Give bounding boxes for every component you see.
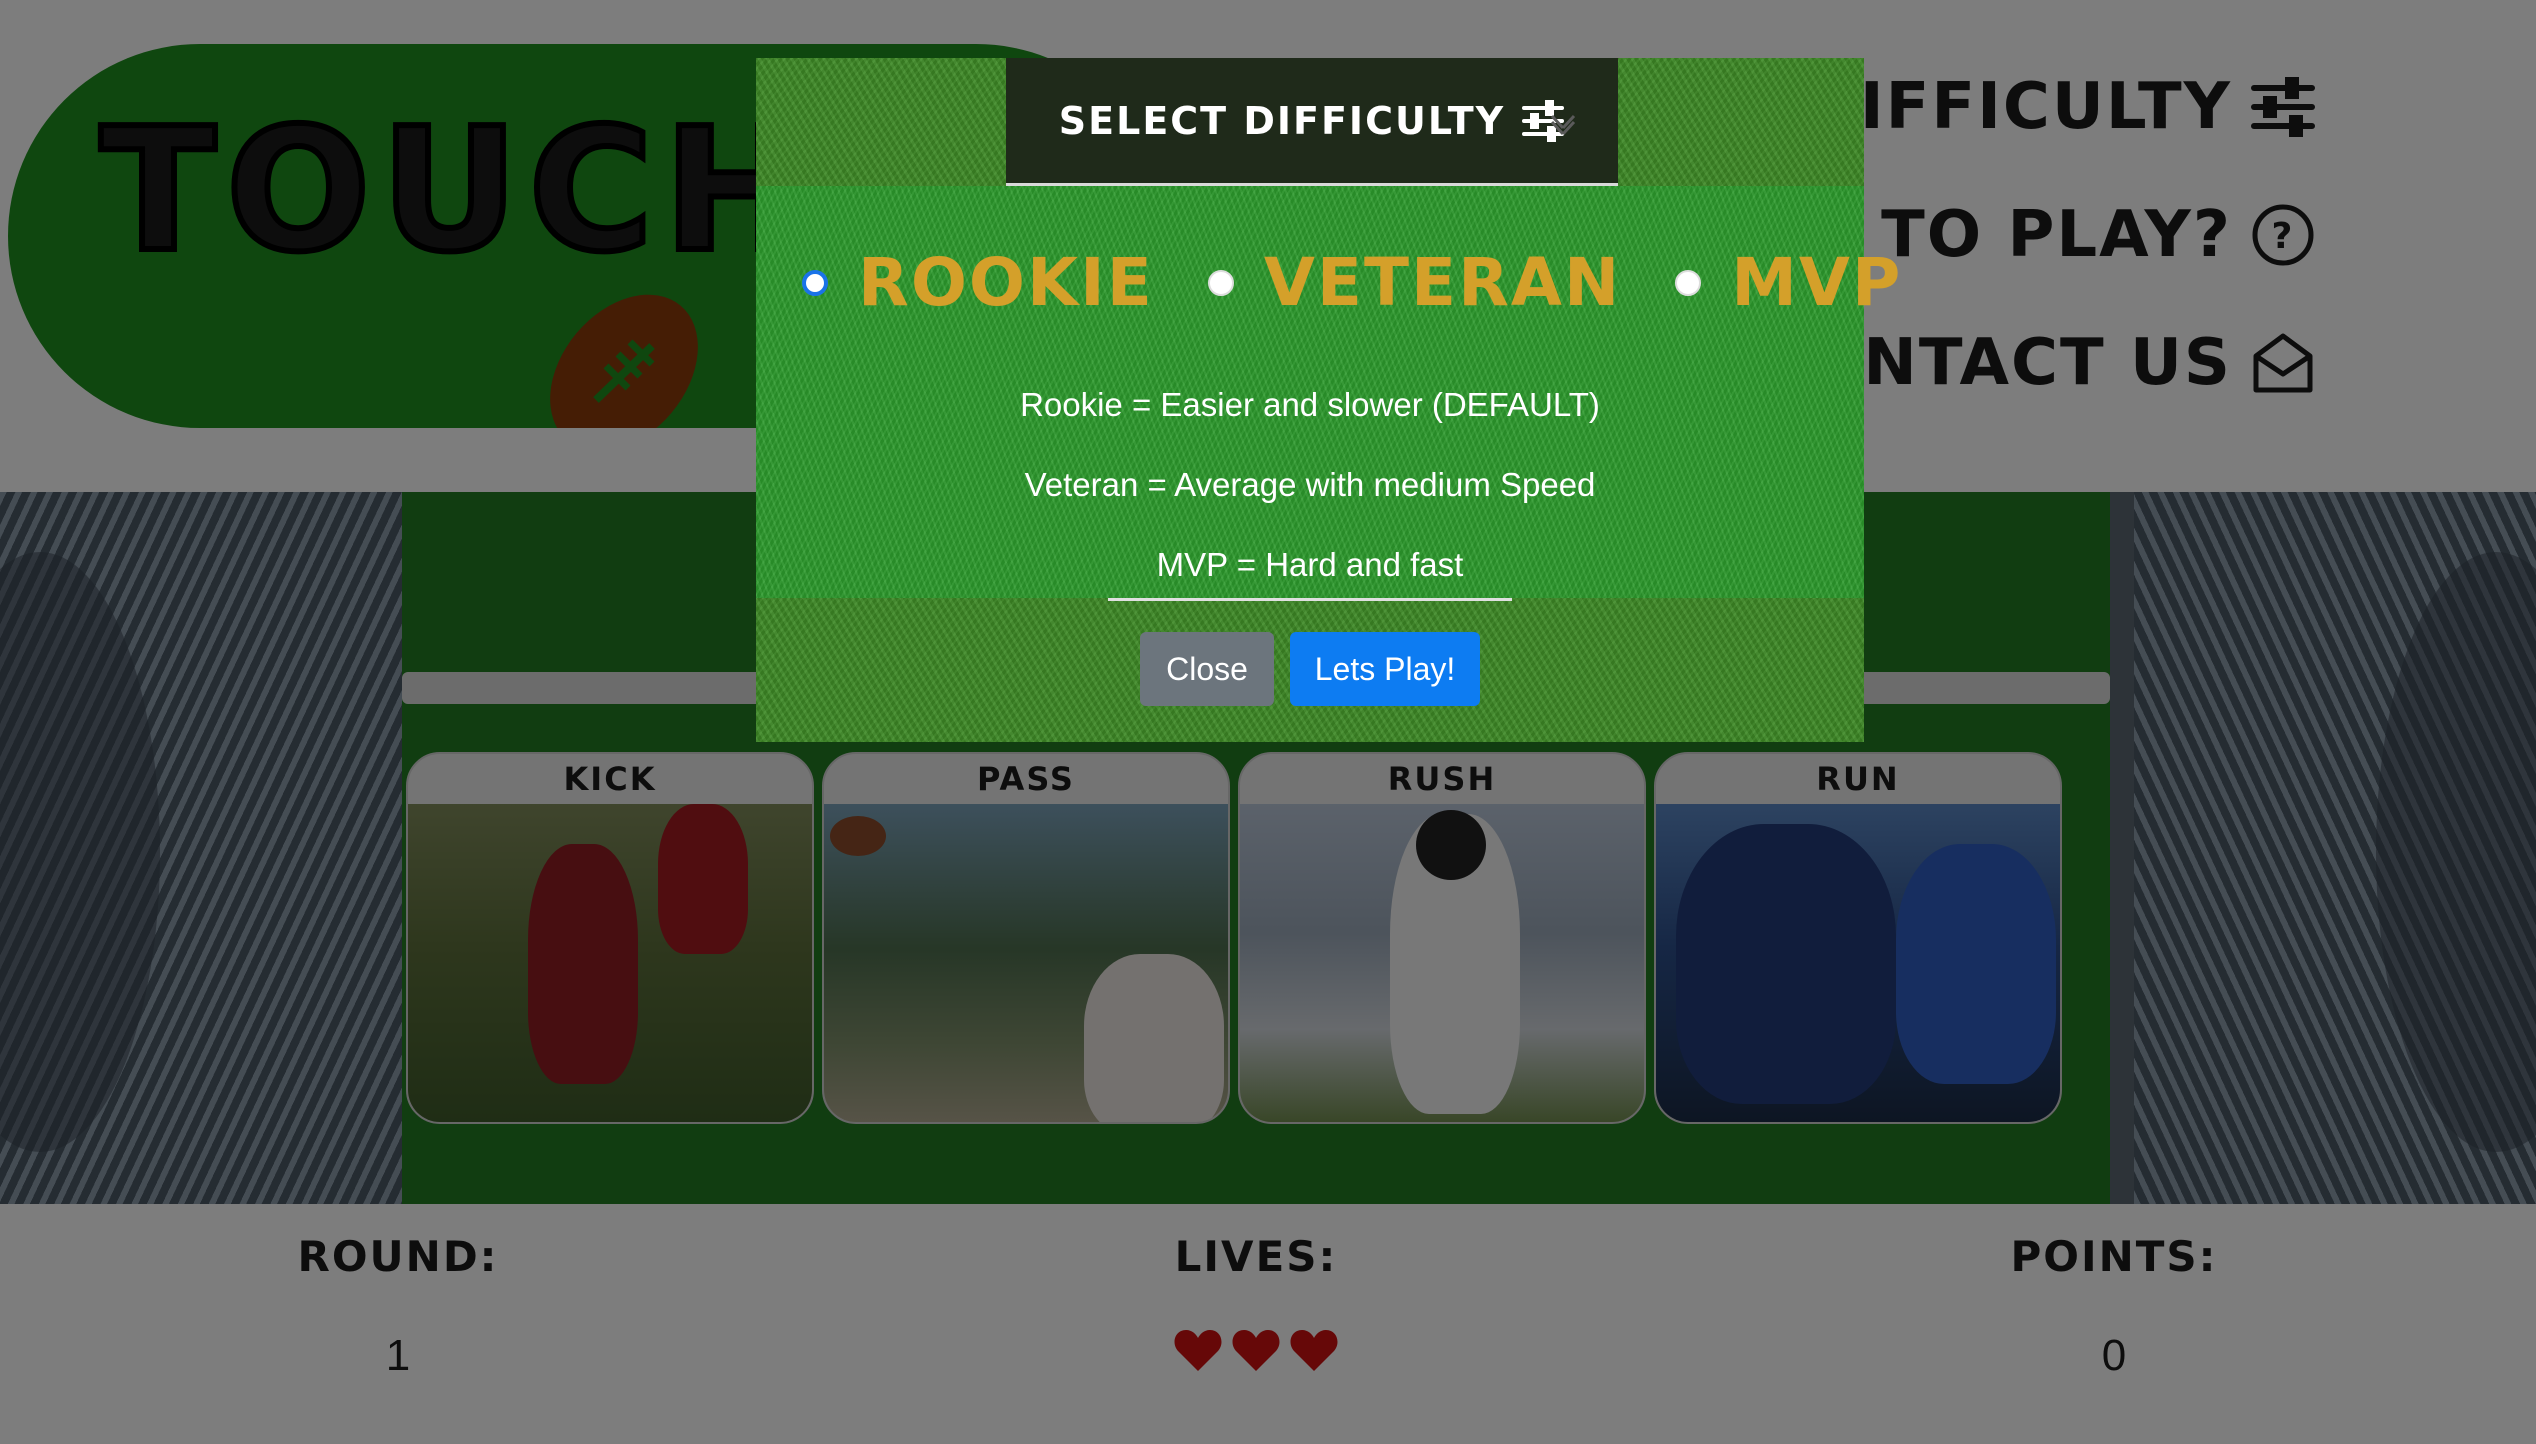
difficulty-options: ROOKIE VETERAN MVP <box>802 244 1956 321</box>
option-rookie[interactable]: ROOKIE <box>802 244 1154 321</box>
option-mvp[interactable]: MVP <box>1675 244 1902 321</box>
close-button[interactable]: Close <box>1140 632 1274 706</box>
difficulty-modal: SELECT DIFFICULTY ROOKIE VETERAN MVP Roo… <box>756 58 1900 742</box>
rookie-description: Rookie = Easier and slower (DEFAULT) <box>1020 386 1600 423</box>
mvp-label: MVP <box>1731 244 1903 321</box>
rookie-label: ROOKIE <box>858 244 1154 321</box>
veteran-description: Veteran = Average with medium Speed <box>1024 466 1596 503</box>
veteran-radio[interactable] <box>1207 269 1234 296</box>
lets-play-button[interactable]: Lets Play! <box>1290 632 1480 706</box>
rookie-radio[interactable] <box>802 269 828 296</box>
modal-header: SELECT DIFFICULTY <box>1006 58 1618 186</box>
modal-title: SELECT DIFFICULTY <box>1058 98 1506 143</box>
veteran-label: VETERAN <box>1263 244 1622 321</box>
close-icon[interactable] <box>1548 108 1578 138</box>
footer-divider <box>1108 598 1512 601</box>
mvp-description: MVP = Hard and fast <box>1156 546 1464 583</box>
modal-body: ROOKIE VETERAN MVP Rookie = Easier and s… <box>756 186 1900 598</box>
mvp-radio[interactable] <box>1675 269 1702 296</box>
option-veteran[interactable]: VETERAN <box>1207 244 1622 321</box>
